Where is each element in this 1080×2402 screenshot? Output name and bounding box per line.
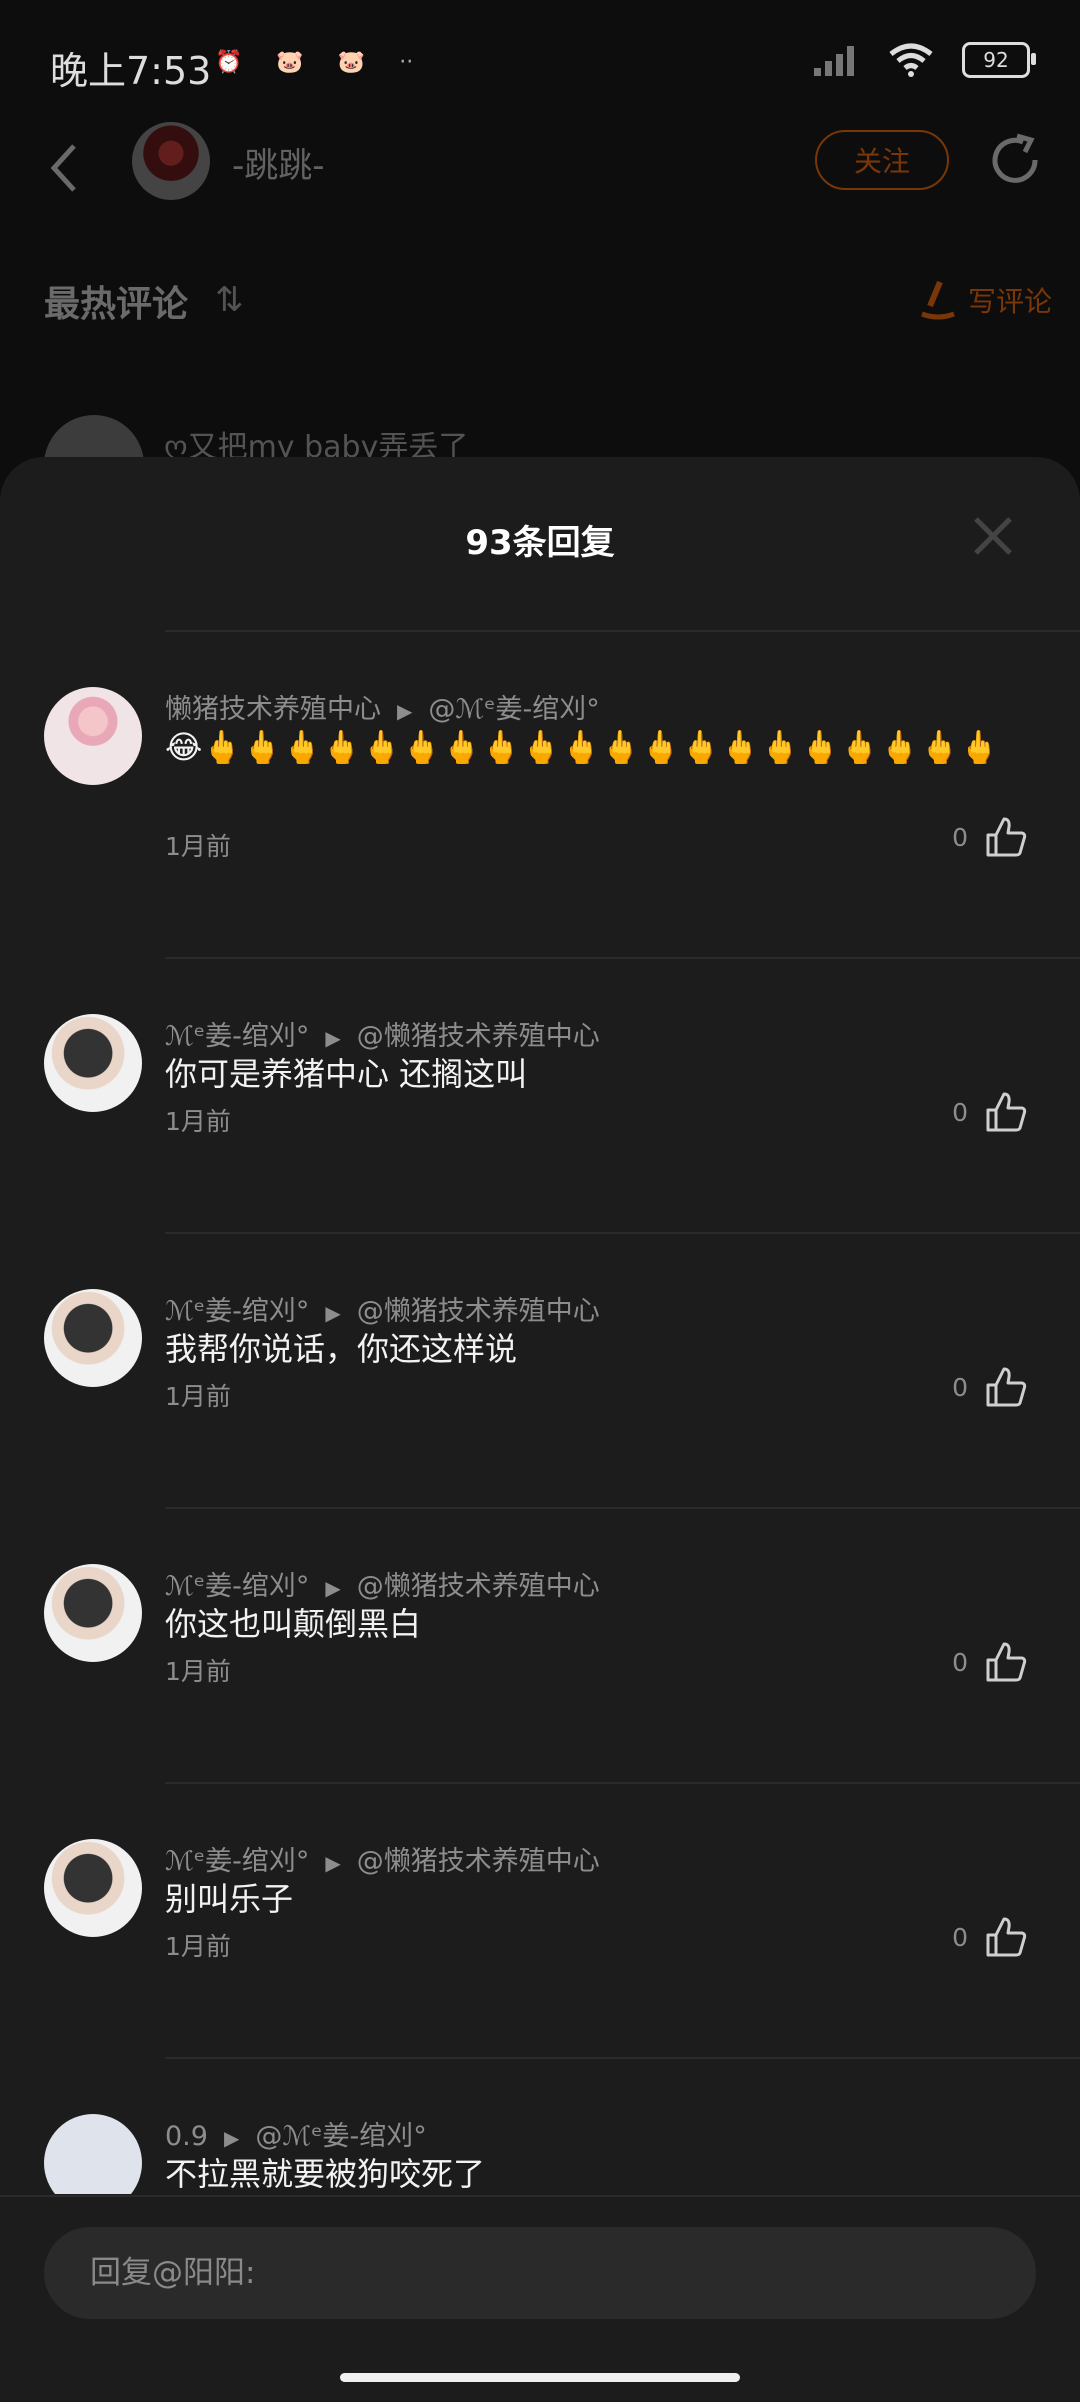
- thumbs-up-icon: [986, 1917, 1027, 1957]
- divider: [165, 957, 1080, 959]
- reply-text: 😂🖕🖕🖕🖕🖕🖕🖕🖕🖕🖕🖕🖕🖕🖕🖕🖕🖕🖕🖕🖕: [165, 728, 1000, 766]
- thumbs-up-icon: [986, 1092, 1027, 1132]
- follow-button[interactable]: 关注: [815, 130, 949, 190]
- replies-sheet: 93条回复 懒猪技术养殖中心 ▶ @ℳᵉ姜-绾刈° 😂🖕🖕🖕🖕🖕🖕🖕🖕🖕🖕🖕🖕🖕🖕🖕…: [0, 457, 1080, 2400]
- sheet-title: 93条回复: [465, 523, 615, 563]
- avatar[interactable]: [44, 687, 142, 785]
- like-count: 0: [952, 1372, 968, 1402]
- share-icon[interactable]: [985, 130, 1045, 190]
- reply-input[interactable]: [44, 2227, 1036, 2319]
- thumbs-up-icon: [986, 817, 1027, 857]
- like-count: 0: [952, 1097, 968, 1127]
- avatar[interactable]: [44, 1289, 142, 1387]
- close-icon[interactable]: [968, 511, 1018, 561]
- thumbs-up-icon: [986, 1642, 1027, 1682]
- reply-time: 1月前: [165, 1657, 231, 1686]
- wifi-icon: [889, 43, 933, 77]
- reply-arrow-icon: ▶: [223, 2126, 240, 2150]
- reply-time: 1月前: [165, 1382, 231, 1411]
- reply-input-bar: [0, 2195, 1080, 2402]
- signal-icon: [814, 46, 854, 76]
- like-button[interactable]: 0: [952, 1090, 1028, 1134]
- reply-arrow-icon: ▶: [397, 699, 413, 723]
- reply-text: 你可是养猪中心 还搁这叫: [165, 1055, 528, 1093]
- divider: [165, 1782, 1080, 1784]
- divider: [165, 1232, 1080, 1234]
- avatar[interactable]: [44, 1014, 142, 1112]
- like-count: 0: [952, 822, 968, 852]
- write-comment-button[interactable]: 写评论: [920, 280, 1052, 320]
- battery-indicator: 92: [962, 42, 1036, 78]
- reply-time: 1月前: [165, 832, 231, 861]
- author-name[interactable]: -跳跳-: [232, 138, 325, 187]
- avatar[interactable]: [44, 1839, 142, 1937]
- reply-text: 别叫乐子: [165, 1880, 294, 1918]
- avatar[interactable]: [44, 2114, 142, 2194]
- hot-comments-title: 最热评论: [44, 284, 189, 325]
- pig-app-icon: 🐷: [276, 50, 304, 75]
- pen-icon: [921, 280, 955, 320]
- reply-text: 我帮你说话，你还这样说: [165, 1330, 518, 1368]
- reply-item[interactable]: 0.9 ▶ @ℳᵉ姜-绾刈° 不拉黑就要被狗咬死了: [0, 2114, 1080, 2194]
- reply-arrow-icon: ▶: [325, 1026, 341, 1050]
- more-notifications-icon: ··: [399, 50, 414, 75]
- reply-time: 1月前: [165, 1107, 231, 1136]
- like-count: 0: [952, 1922, 968, 1952]
- sort-icon[interactable]: ⇅: [215, 280, 244, 320]
- reply-text: 你这也叫颠倒黑白: [165, 1605, 422, 1643]
- author-avatar[interactable]: [132, 122, 210, 200]
- write-comment-label: 写评论: [967, 285, 1052, 318]
- reply-text: 不拉黑就要被狗咬死了: [165, 2155, 486, 2193]
- reply-arrow-icon: ▶: [325, 1851, 341, 1875]
- divider: [165, 630, 1080, 632]
- reply-arrow-icon: ▶: [325, 1301, 341, 1325]
- notification-icons: ⏰ 🐷 🐷 ··: [215, 50, 413, 75]
- status-time: 晚上7:53: [50, 49, 212, 93]
- background-content: -跳跳- 关注 最热评论 ⇅ 写评论 ღ又把my baby弄丢了: [0, 120, 1080, 515]
- reply-time: 1月前: [165, 1932, 231, 1961]
- divider: [165, 2057, 1080, 2059]
- thumbs-up-icon: [986, 1367, 1027, 1407]
- like-button[interactable]: 0: [952, 1915, 1028, 1959]
- pig-app-icon-2: 🐷: [337, 50, 366, 75]
- home-indicator[interactable]: [340, 2373, 740, 2382]
- avatar[interactable]: [44, 1564, 142, 1662]
- like-button[interactable]: 0: [952, 1365, 1028, 1409]
- alarm-icon: ⏰: [215, 50, 243, 75]
- divider: [165, 1507, 1080, 1509]
- back-arrow-icon[interactable]: [40, 138, 90, 198]
- status-bar: 晚上7:53 ⏰ 🐷 🐷 ·· 92: [0, 0, 1080, 120]
- like-button[interactable]: 0: [952, 815, 1028, 859]
- like-button[interactable]: 0: [952, 1640, 1028, 1684]
- reply-arrow-icon: ▶: [325, 1576, 341, 1600]
- like-count: 0: [952, 1647, 968, 1677]
